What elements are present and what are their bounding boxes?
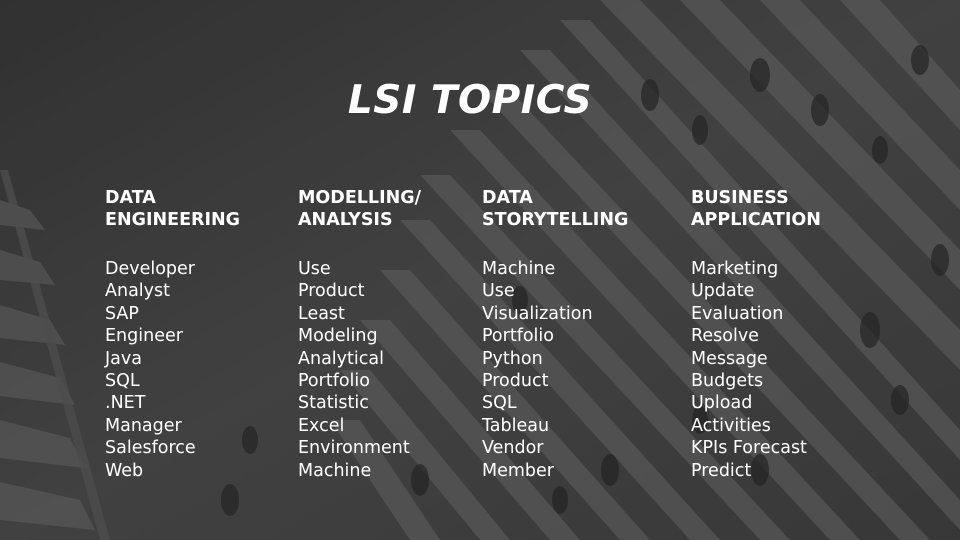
list-item: Predict <box>691 460 752 481</box>
column-data-storytelling: DATA STORYTELLING Machine Use Visualizat… <box>482 187 628 482</box>
list-item: Machine <box>482 259 556 279</box>
topic-list: Machine Use Visualization Portfolio Pyth… <box>482 258 628 482</box>
list-item: SAP <box>105 303 139 324</box>
topic-list: Use Product Least Modeling Analytical Po… <box>298 258 421 482</box>
list-item: Message <box>691 348 768 369</box>
list-item: Environment <box>298 438 410 459</box>
list-item: Resolve <box>691 326 759 347</box>
list-item: Manager <box>105 415 182 436</box>
list-item: Modeling <box>298 326 378 347</box>
list-item: Marketing <box>691 259 779 279</box>
list-item: Analyst <box>105 281 170 302</box>
column-heading: MODELLING/ ANALYSIS <box>298 188 421 230</box>
list-item: Evaluation <box>691 303 784 324</box>
list-item: Upload <box>691 393 753 414</box>
topic-list: Developer Analyst SAP Engineer Java SQL … <box>105 258 240 482</box>
list-item: Java <box>105 348 142 369</box>
list-item: Least <box>298 303 345 324</box>
list-item: Update <box>691 281 755 302</box>
list-item: Budgets <box>691 371 764 392</box>
column-business-application: BUSINESS APPLICATION Marketing Update Ev… <box>691 187 821 482</box>
list-item: Engineer <box>105 326 183 347</box>
list-item: Excel <box>298 415 345 436</box>
list-item: Developer <box>105 259 196 279</box>
list-item: Product <box>482 371 549 392</box>
list-item: Portfolio <box>482 326 554 347</box>
list-item: Member <box>482 460 554 481</box>
list-item: Python <box>482 348 543 369</box>
list-item: KPIs Forecast <box>691 438 807 459</box>
list-item: Analytical <box>298 348 384 369</box>
slide-title: LSI TOPICS <box>347 78 593 123</box>
list-item: Salesforce <box>105 438 196 459</box>
list-item: Use <box>482 281 515 302</box>
topic-list: Marketing Update Evaluation Resolve Mess… <box>691 258 821 482</box>
list-item: Web <box>105 460 144 481</box>
list-item: Statistic <box>298 393 369 414</box>
column-data-engineering: DATA ENGINEERING Developer Analyst SAP E… <box>105 187 240 482</box>
column-modelling-analysis: MODELLING/ ANALYSIS Use Product Least Mo… <box>298 187 421 482</box>
list-item: Tableau <box>482 415 550 436</box>
list-item: .NET <box>105 393 146 414</box>
list-item: Machine <box>298 460 372 481</box>
list-item: SQL <box>105 371 140 392</box>
list-item: Product <box>298 281 365 302</box>
list-item: Use <box>298 259 331 279</box>
slide: LSI TOPICS DATA ENGINEERING Developer An… <box>0 0 960 540</box>
column-heading: DATA ENGINEERING <box>105 188 241 230</box>
column-heading: DATA STORYTELLING <box>482 188 629 230</box>
list-item: Visualization <box>482 303 593 324</box>
list-item: Activities <box>691 415 771 436</box>
list-item: Vendor <box>482 438 544 459</box>
list-item: SQL <box>482 393 517 414</box>
column-heading: BUSINESS APPLICATION <box>691 188 821 230</box>
list-item: Portfolio <box>298 371 370 392</box>
